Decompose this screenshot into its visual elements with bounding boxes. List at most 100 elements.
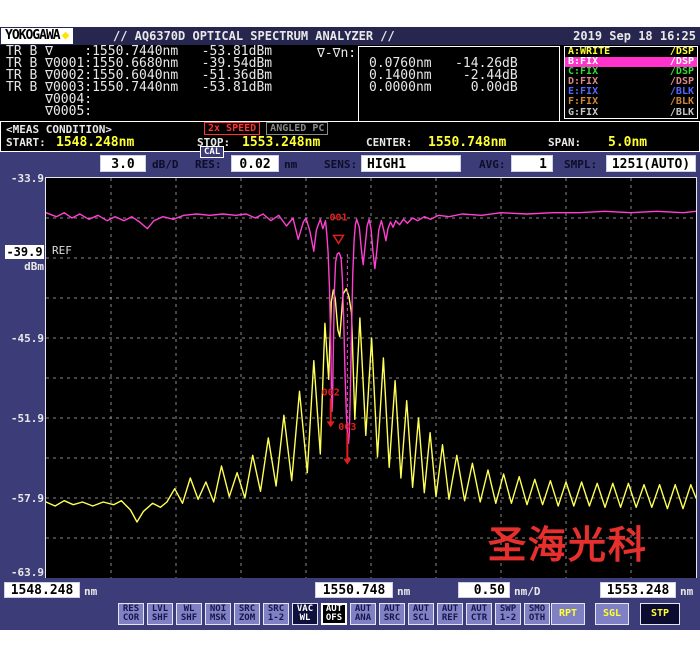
avg-field[interactable]: 1 bbox=[511, 155, 553, 172]
marker-label-001: 001 bbox=[329, 213, 347, 224]
trace-label: G:FIX bbox=[568, 108, 598, 118]
softkey-src-zom[interactable]: SRCZOM bbox=[234, 603, 260, 625]
marker-label-002: 002 bbox=[322, 387, 340, 398]
softkey-line: ANA bbox=[351, 614, 375, 623]
y-axis-unit: dBm bbox=[0, 260, 44, 273]
x-scale-field[interactable]: 0.50 bbox=[458, 582, 510, 598]
sweep-key-rpt[interactable]: RPT bbox=[551, 603, 585, 625]
bottom-bar: 1548.248 nm 1550.748 nm 0.50 nm/D 1553.2… bbox=[0, 578, 700, 630]
function-key-row: RESCORLVLSHFWLSHFNOIMSKSRCZOMSRC1-2VACWL… bbox=[118, 603, 553, 625]
softkey-res-cor[interactable]: RESCOR bbox=[118, 603, 144, 625]
sens-field[interactable]: HIGH1 bbox=[361, 155, 461, 172]
x-center-unit: nm bbox=[397, 585, 410, 598]
status-badges: 2x SPEED ANGLED PC bbox=[204, 122, 328, 135]
softkey-noi-msk[interactable]: NOIMSK bbox=[205, 603, 231, 625]
delta-marker-row: 0.0000nm 0.00dB bbox=[359, 82, 559, 94]
marker-readout-list: TR B ∇ :1550.7440nm -53.81dBmTR B ∇0001:… bbox=[6, 46, 272, 118]
y-tick: -45.9 bbox=[0, 332, 44, 345]
marker-arrow-head-003 bbox=[343, 459, 351, 465]
softkey-line: OFS bbox=[323, 614, 345, 623]
softkey-aut-scl[interactable]: AUTSCL bbox=[408, 603, 434, 625]
marker-arrow-head-002 bbox=[327, 421, 335, 427]
meas-field-value[interactable]: 1553.248nm bbox=[242, 135, 320, 150]
softkey-line: SHF bbox=[148, 614, 172, 623]
res-label: RES: bbox=[195, 158, 222, 171]
yokogawa-logo: YOKOGAWA◆ bbox=[1, 28, 73, 44]
softkey-aut-ctr[interactable]: AUTCTR bbox=[466, 603, 492, 625]
softkey-line: REF bbox=[438, 614, 462, 623]
level-scale-field[interactable]: 3.0 bbox=[100, 155, 146, 172]
logo-text: YOKOGAWA bbox=[5, 28, 60, 43]
trace-mode: /BLK bbox=[670, 108, 694, 118]
x-start-field[interactable]: 1548.248 bbox=[4, 582, 80, 598]
plot-region: -33.9 -39.9 dBm -45.9 -51.9 -57.9 -63.9 … bbox=[0, 178, 700, 578]
marker-label-003: 003 bbox=[338, 422, 356, 433]
softkey-line: WL bbox=[293, 614, 317, 623]
meas-field-label: CENTER: bbox=[366, 136, 412, 149]
smpl-field[interactable]: 1251(AUTO) bbox=[606, 155, 696, 172]
softkey-aut-ana[interactable]: AUTANA bbox=[350, 603, 376, 625]
settings-bar: 3.0 dB/D CAL RES: 0.02 nm SENS: HIGH1 AV… bbox=[0, 152, 700, 178]
meas-condition-bar: <MEAS CONDITION> 2x SPEEDANGLED PC START… bbox=[0, 121, 700, 152]
avg-label: AVG: bbox=[479, 158, 506, 171]
title-bar: YOKOGAWA◆ // AQ6370D OPTICAL SPECTRUM AN… bbox=[0, 27, 700, 45]
y-tick: -51.9 bbox=[0, 412, 44, 425]
meas-field-label: START: bbox=[6, 136, 46, 149]
res-field[interactable]: 0.02 bbox=[231, 155, 279, 172]
ref-line-label: REF bbox=[52, 244, 72, 257]
softkey-src-1-2[interactable]: SRC1-2 bbox=[263, 603, 289, 625]
marker-readout-row: ∇0005: bbox=[6, 106, 272, 118]
softkey-aut-src[interactable]: AUTSRC bbox=[379, 603, 405, 625]
delta-marker-box: 0.0760nm -14.26dB0.1400nm -2.44dB0.0000n… bbox=[358, 46, 560, 129]
logo-diamond-icon: ◆ bbox=[62, 28, 70, 43]
softkey-aut-ref[interactable]: AUTREF bbox=[437, 603, 463, 625]
x-start-unit: nm bbox=[84, 585, 97, 598]
badge-angled-pc: ANGLED PC bbox=[266, 122, 328, 135]
meas-field-label: SPAN: bbox=[548, 136, 581, 149]
meas-field-value[interactable]: 1548.248nm bbox=[56, 135, 134, 150]
marker-info-area: TR B ∇ :1550.7440nm -53.81dBmTR B ∇0001:… bbox=[0, 45, 700, 122]
softkey-line: COR bbox=[119, 614, 143, 623]
y-tick-top: -33.9 bbox=[0, 172, 44, 185]
y-tick: -57.9 bbox=[0, 492, 44, 505]
level-scale-unit: dB/D bbox=[152, 158, 179, 171]
softkey-wl-shf[interactable]: WLSHF bbox=[176, 603, 202, 625]
marker-triangle-001 bbox=[334, 235, 344, 243]
softkey-line: SCL bbox=[409, 614, 433, 623]
datetime: 2019 Sep 18 16:25 bbox=[573, 29, 696, 43]
softkey-smo-oth[interactable]: SMOOTH bbox=[524, 603, 550, 625]
softkey-line: OTH bbox=[525, 614, 549, 623]
softkey-line: CTR bbox=[467, 614, 491, 623]
x-stop-unit: nm bbox=[680, 585, 693, 598]
meas-field-value[interactable]: 1550.748nm bbox=[428, 135, 506, 150]
softkey-lvl-shf[interactable]: LVLSHF bbox=[147, 603, 173, 625]
osa-screen: YOKOGAWA◆ // AQ6370D OPTICAL SPECTRUM AN… bbox=[0, 0, 700, 650]
softkey-line: ZOM bbox=[235, 614, 259, 623]
softkey-line: MSK bbox=[206, 614, 230, 623]
meas-field-value[interactable]: 5.0nm bbox=[608, 135, 647, 150]
sens-label: SENS: bbox=[324, 158, 357, 171]
softkey-aut-ofs[interactable]: AUTOFS bbox=[321, 603, 347, 625]
softkey-line: 1-2 bbox=[496, 614, 520, 623]
sweep-key-stp[interactable]: STP bbox=[640, 603, 680, 625]
cal-indicator: CAL bbox=[200, 146, 224, 158]
x-stop-field[interactable]: 1553.248 bbox=[600, 582, 676, 598]
trace-status-panel: A:WRITE/DSPB:FIX/DSPC:FIX/DSPD:FIX/DSPE:… bbox=[564, 46, 698, 119]
x-center-field[interactable]: 1550.748 bbox=[315, 582, 393, 598]
ref-level-box[interactable]: -39.9 bbox=[5, 245, 44, 259]
page-title: // AQ6370D OPTICAL SPECTRUM ANALYZER // bbox=[113, 29, 395, 43]
softkey-swp-1-2[interactable]: SWP1-2 bbox=[495, 603, 521, 625]
softkey-vac-wl[interactable]: VACWL bbox=[292, 603, 318, 625]
watermark-text: 圣海光科 bbox=[488, 514, 648, 569]
x-scale-unit: nm/D bbox=[514, 585, 541, 598]
res-unit: nm bbox=[284, 158, 297, 171]
trace-row-g[interactable]: G:FIX/BLK bbox=[565, 108, 697, 118]
delta-marker-label: ∇-∇n: bbox=[317, 46, 356, 61]
softkey-line: 1-2 bbox=[264, 614, 288, 623]
spectrum-chart: REF 001 002 003 圣海光科 bbox=[46, 178, 696, 578]
badge-2x-speed: 2x SPEED bbox=[204, 122, 260, 135]
softkey-line: SRC bbox=[380, 614, 404, 623]
sweep-key-sgl[interactable]: SGL bbox=[595, 603, 629, 625]
smpl-label: SMPL: bbox=[564, 158, 597, 171]
softkey-line: SHF bbox=[177, 614, 201, 623]
